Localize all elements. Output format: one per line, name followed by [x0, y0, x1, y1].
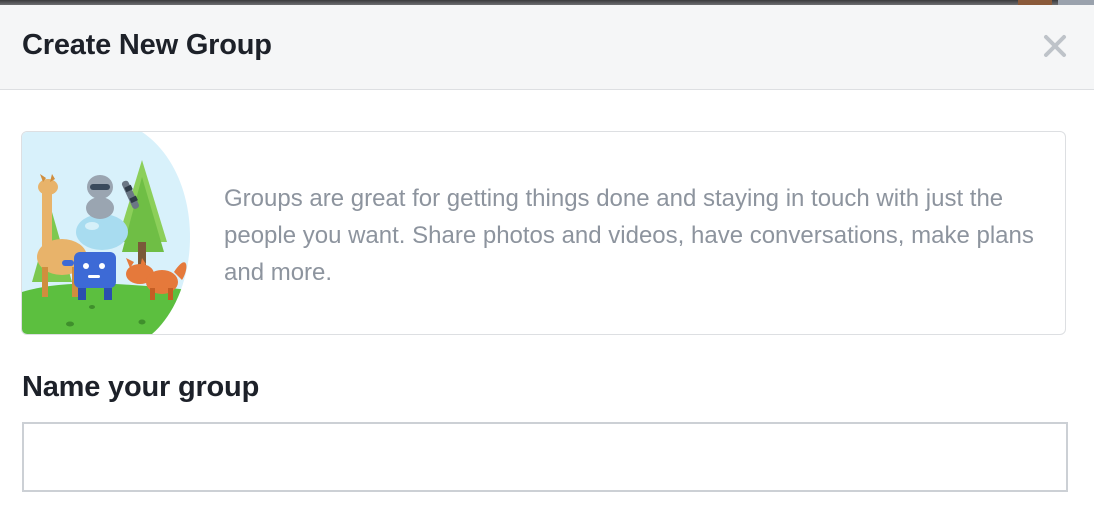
group-info-card: Groups are great for getting things done…: [21, 131, 1066, 335]
group-description-text: Groups are great for getting things done…: [224, 185, 1034, 286]
close-button[interactable]: [1042, 33, 1068, 59]
group-animals-illustration: [22, 132, 190, 334]
dialog-header: Create New Group: [0, 5, 1094, 90]
group-name-input[interactable]: [22, 422, 1068, 492]
create-group-dialog: Create New Group Groups are great for ge…: [0, 5, 1094, 522]
dialog-title: Create New Group: [22, 29, 272, 61]
name-group-label: Name your group: [22, 371, 260, 403]
close-icon: [1044, 35, 1066, 57]
